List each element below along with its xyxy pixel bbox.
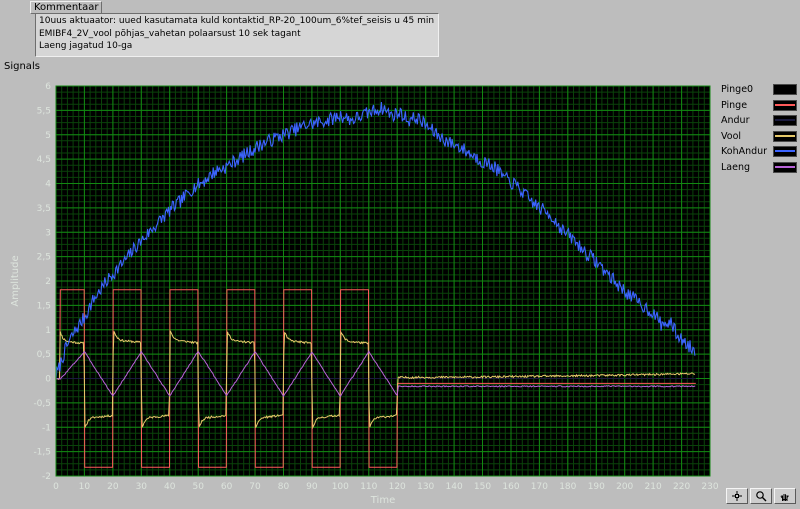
svg-text:190: 190 (588, 482, 605, 492)
svg-text:170: 170 (531, 482, 548, 492)
svg-text:200: 200 (616, 482, 633, 492)
svg-text:40: 40 (164, 482, 176, 492)
svg-text:2,5: 2,5 (37, 253, 51, 263)
svg-text:-1,5: -1,5 (33, 448, 51, 458)
legend-item-laeng[interactable]: Laeng (721, 160, 797, 176)
svg-text:-2: -2 (42, 472, 51, 482)
graph-palette (726, 488, 796, 504)
legend-color-sample (773, 131, 797, 142)
svg-text:130: 130 (417, 482, 434, 492)
chart-legend: Pinge0 Pinge Andur Vool KohAndur Laeng (721, 82, 797, 175)
legend-item-label: KohAndur (721, 146, 767, 157)
hand-icon (779, 490, 791, 502)
svg-text:220: 220 (673, 482, 690, 492)
legend-item-kohandur[interactable]: KohAndur (721, 144, 797, 160)
legend-item-pinge0[interactable]: Pinge0 (721, 82, 797, 98)
comment-label: Kommentaar (30, 1, 102, 14)
svg-text:2: 2 (45, 277, 51, 287)
legend-color-sample (773, 115, 797, 126)
svg-text:120: 120 (389, 482, 406, 492)
svg-text:5,5: 5,5 (37, 106, 51, 116)
legend-item-label: Laeng (721, 162, 750, 173)
svg-text:0: 0 (53, 482, 59, 492)
chart-plot-area[interactable]: 0102030405060708090100110120130140150160… (8, 74, 718, 504)
svg-text:Time: Time (370, 495, 395, 504)
svg-text:90: 90 (306, 482, 318, 492)
svg-text:1: 1 (45, 326, 51, 336)
svg-text:150: 150 (474, 482, 491, 492)
legend-item-andur[interactable]: Andur (721, 113, 797, 129)
svg-text:160: 160 (502, 482, 519, 492)
legend-color-sample (773, 162, 797, 173)
pan-tool-button[interactable] (774, 488, 796, 504)
crosshair-icon (731, 490, 743, 502)
legend-item-label: Pinge0 (721, 84, 753, 95)
svg-text:30: 30 (136, 482, 148, 492)
cursor-tool-button[interactable] (726, 488, 748, 504)
svg-text:100: 100 (332, 482, 349, 492)
legend-item-pinge[interactable]: Pinge (721, 98, 797, 114)
svg-text:0: 0 (45, 375, 51, 385)
svg-text:70: 70 (249, 482, 261, 492)
legend-item-label: Vool (721, 131, 741, 142)
svg-text:-1: -1 (42, 423, 51, 433)
legend-color-sample (773, 146, 797, 157)
svg-text:3,5: 3,5 (37, 204, 51, 214)
comment-box[interactable]: 10uus aktuaator: uued kasutamata kuld ko… (35, 13, 439, 57)
svg-text:80: 80 (278, 482, 290, 492)
svg-text:Amplitude: Amplitude (10, 255, 21, 306)
svg-text:1,5: 1,5 (37, 301, 51, 311)
svg-text:60: 60 (221, 482, 233, 492)
zoom-tool-button[interactable] (750, 488, 772, 504)
legend-item-label: Pinge (721, 100, 747, 111)
legend-item-label: Andur (721, 115, 749, 126)
svg-text:-0,5: -0,5 (33, 399, 51, 409)
waveform-chart[interactable]: 0102030405060708090100110120130140150160… (8, 74, 718, 504)
svg-text:6: 6 (45, 82, 51, 92)
svg-text:4: 4 (45, 180, 51, 190)
svg-text:230: 230 (701, 482, 718, 492)
legend-item-vool[interactable]: Vool (721, 129, 797, 145)
svg-text:210: 210 (645, 482, 662, 492)
svg-text:140: 140 (446, 482, 463, 492)
magnifier-icon (755, 490, 767, 502)
comment-line-3: Laeng jagatud 10-ga (39, 40, 435, 53)
legend-color-sample (773, 100, 797, 111)
svg-text:180: 180 (559, 482, 576, 492)
comment-line-1: 10uus aktuaator: uued kasutamata kuld ko… (39, 15, 435, 28)
svg-text:50: 50 (192, 482, 204, 492)
svg-text:4,5: 4,5 (37, 155, 51, 165)
svg-text:20: 20 (107, 482, 119, 492)
svg-text:5: 5 (45, 131, 51, 141)
comment-line-2: EMIBF4_2V_vool põhjas_vahetan polaarsust… (39, 28, 435, 41)
svg-text:110: 110 (360, 482, 377, 492)
svg-text:3: 3 (45, 228, 51, 238)
svg-text:10: 10 (79, 482, 91, 492)
svg-text:0,5: 0,5 (37, 350, 51, 360)
signals-label: Signals (4, 61, 40, 72)
legend-color-sample (773, 84, 797, 95)
